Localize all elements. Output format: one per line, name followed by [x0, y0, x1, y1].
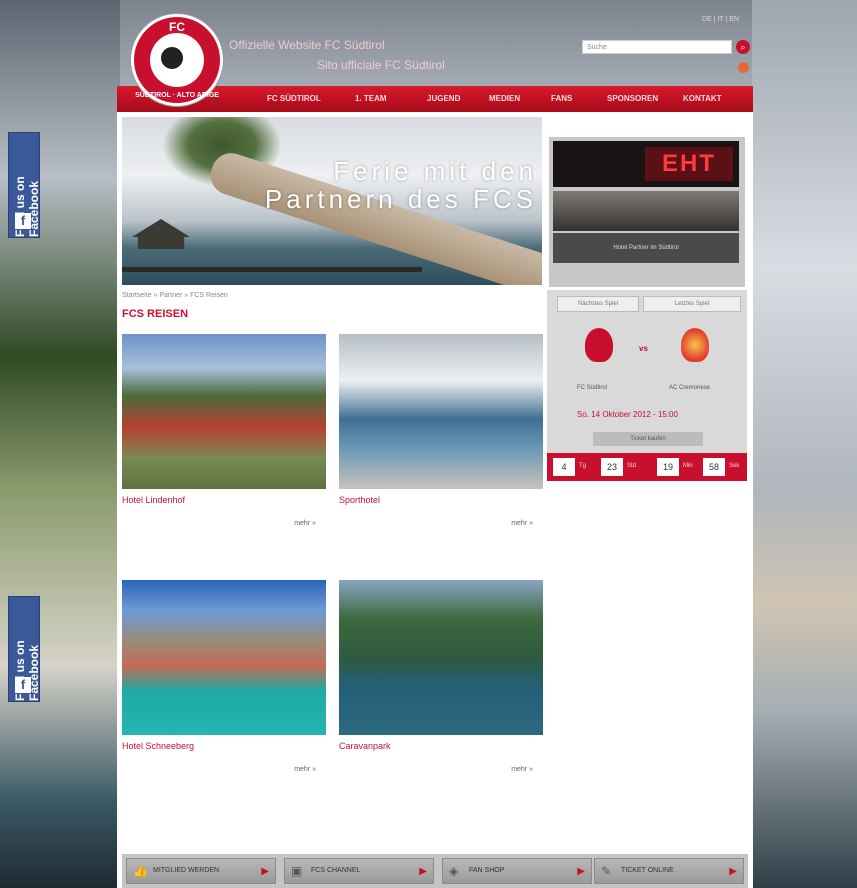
hotel-name[interactable]: Hotel Lindenhof	[122, 495, 326, 505]
language-links[interactable]: DE | IT | EN	[702, 16, 739, 23]
site-header: FC SÜDTIROL · ALTO ADIGE Offizielle Webs…	[117, 6, 753, 106]
hotel-image[interactable]	[122, 334, 326, 489]
next-match-widget: Nächstes Spiel Letztes Spiel vs FC Südti…	[547, 290, 747, 480]
logo-ring-text: SÜDTIROL · ALTO ADIGE	[135, 92, 219, 99]
nav-item[interactable]: Medien	[489, 94, 520, 103]
hotel-name[interactable]: Hotel Schneeberg	[122, 741, 326, 751]
ticket-button[interactable]: Ticket kaufen	[593, 432, 703, 446]
search-icon[interactable]: ⌕	[736, 40, 750, 54]
hotel-name[interactable]: Caravanpark	[339, 741, 543, 751]
more-link[interactable]: mehr »	[294, 766, 316, 773]
hotel-card[interactable]: Caravanpark mehr »	[339, 580, 543, 773]
countdown-days: 4	[553, 458, 575, 476]
home-team: FC Südtirol	[577, 385, 608, 391]
member-button[interactable]: 👍 Mitglied werden ▶	[126, 858, 276, 884]
fanshop-button[interactable]: ◈ Fan Shop ▶	[442, 858, 592, 884]
hotel-card[interactable]: Hotel Lindenhof mehr »	[122, 334, 326, 527]
channel-button[interactable]: ▣ FCS Channel ▶	[284, 858, 434, 884]
arrow-right-icon: ▶	[419, 866, 427, 877]
countdown-minutes: 19	[657, 458, 679, 476]
ad-caption: Hotel Partner im Südtirol	[553, 233, 739, 263]
facebook-icon: f	[15, 213, 31, 229]
search-input[interactable]: Suche	[582, 40, 732, 54]
hotel-image[interactable]	[339, 334, 543, 489]
tagline-1: Offizielle Website FC Südtirol	[229, 38, 385, 52]
nav-item[interactable]: Fans	[551, 94, 572, 103]
video-icon: ▣	[291, 864, 303, 878]
page-title: FCS REISEN	[122, 308, 189, 320]
facebook-tab[interactable]: Find us on Facebook f	[8, 132, 41, 238]
match-date: So. 14 Oktober 2012 - 15:00	[577, 410, 678, 419]
ticket-icon: ✎	[601, 864, 612, 878]
home-crest-icon	[585, 328, 613, 362]
hotel-image[interactable]	[122, 580, 326, 735]
more-link[interactable]: mehr »	[511, 766, 533, 773]
countdown-timer: 4 Tg 23 Std 19 Min 58 Sek	[547, 453, 747, 481]
arrow-right-icon: ▶	[261, 866, 269, 877]
arrow-right-icon: ▶	[729, 866, 737, 877]
hero-banner[interactable]: Ferie mit den Partnern des FCS	[122, 117, 542, 285]
nav-item[interactable]: Jugend	[427, 94, 460, 103]
hotel-card[interactable]: Sporthotel mehr »	[339, 334, 543, 527]
versus-label: vs	[639, 344, 648, 353]
footer-buttons: 👍 Mitglied werden ▶ ▣ FCS Channel ▶ ◈ Fa…	[122, 854, 748, 888]
ad-banner[interactable]: EHT Hotel Partner im Südtirol	[549, 137, 745, 287]
facebook-icon: f	[15, 677, 31, 693]
main-nav: FC Südtirol 1. Team Jugend Medien Fans S…	[117, 86, 753, 112]
rss-icon[interactable]	[738, 62, 749, 73]
breadcrumb[interactable]: Startseite » Partner » FCS Reisen	[122, 292, 228, 299]
shopping-bag-icon: ◈	[449, 864, 459, 878]
arrow-right-icon: ▶	[577, 866, 585, 877]
away-crest-icon	[681, 328, 709, 362]
hero-title: Ferie mit den Partnern des FCS	[264, 156, 537, 214]
countdown-hours: 23	[601, 458, 623, 476]
thumbs-up-icon: 👍	[133, 864, 148, 878]
nav-item[interactable]: Kontakt	[683, 94, 722, 103]
more-link[interactable]: mehr »	[294, 520, 316, 527]
away-team: AC Cremonese	[669, 385, 711, 391]
logo-fc: FC	[169, 20, 185, 34]
tab-next-match[interactable]: Nächstes Spiel	[557, 296, 639, 312]
more-link[interactable]: mehr »	[511, 520, 533, 527]
content-page: Ferie mit den Partnern des FCS EHT Hotel…	[117, 112, 753, 888]
background-right	[752, 0, 857, 888]
tab-last-match[interactable]: Letztes Spiel	[643, 296, 741, 312]
nav-item[interactable]: 1. Team	[355, 94, 387, 103]
hotel-name[interactable]: Sporthotel	[339, 495, 543, 505]
club-logo[interactable]: FC SÜDTIROL · ALTO ADIGE	[131, 14, 223, 106]
nav-item[interactable]: Sponsoren	[607, 94, 658, 103]
ad-logo: EHT	[645, 147, 733, 181]
football-icon	[159, 45, 185, 71]
facebook-tab[interactable]: Find us on Facebook f	[8, 596, 41, 702]
hotel-image[interactable]	[339, 580, 543, 735]
countdown-seconds: 58	[703, 458, 725, 476]
ticket-online-button[interactable]: ✎ Ticket Online ▶	[594, 858, 744, 884]
nav-item[interactable]: FC Südtirol	[267, 94, 321, 103]
tagline-2: Sito ufficiale FC Südtirol	[317, 58, 445, 72]
hotel-card[interactable]: Hotel Schneeberg mehr »	[122, 580, 326, 773]
